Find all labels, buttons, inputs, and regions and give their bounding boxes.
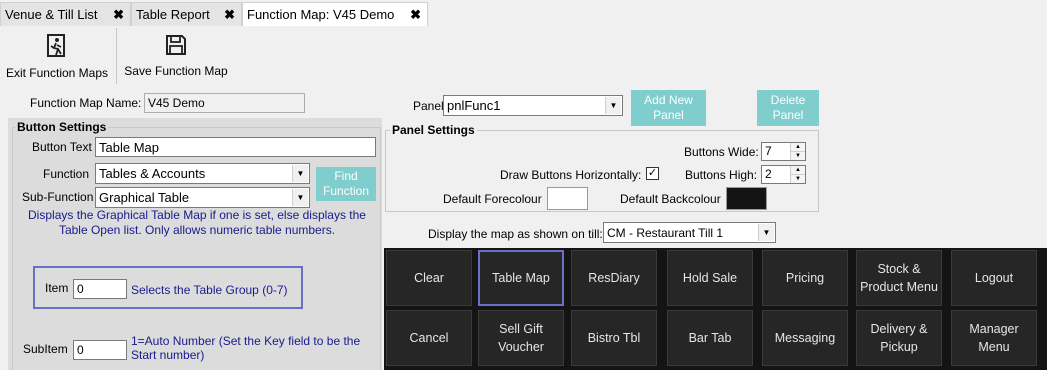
chevron-down-icon[interactable]: ▼ <box>292 165 308 182</box>
buttons-wide-stepper[interactable]: 7 ▲ ▼ <box>761 142 806 161</box>
item-label: Item <box>45 281 69 295</box>
function-button-logout[interactable]: Logout <box>951 250 1037 306</box>
button-text-input[interactable]: Table Map <box>95 137 376 157</box>
buttons-wide-value: 7 <box>765 144 772 158</box>
buttons-high-stepper[interactable]: 2 ▲ ▼ <box>761 165 806 184</box>
tab-bar: Venue & Till List ✖ Table Report ✖ Funct… <box>0 0 1047 26</box>
panel-label: Panel <box>413 99 444 113</box>
function-button-clear[interactable]: Clear <box>386 250 472 306</box>
stepper-down-icon[interactable]: ▼ <box>791 174 805 183</box>
function-button-bar-tab[interactable]: Bar Tab <box>667 310 753 366</box>
function-button-delivery-pickup[interactable]: Delivery & Pickup <box>856 310 942 366</box>
panel-value: pnlFunc1 <box>447 98 501 113</box>
function-select[interactable]: Tables & Accounts ▼ <box>95 163 310 184</box>
add-new-panel-button[interactable]: Add New Panel <box>631 90 706 126</box>
function-button-table-map[interactable]: Table Map <box>478 250 564 306</box>
default-forecolour-label: Default Forecolour <box>443 192 542 206</box>
function-map-name-field[interactable]: V45 Demo <box>144 93 305 113</box>
default-backcolour-label: Default Backcolour <box>620 192 721 206</box>
chevron-down-icon[interactable]: ▼ <box>292 189 308 206</box>
function-button-bistro-tbl[interactable]: Bistro Tbl <box>571 310 657 366</box>
subitem-input[interactable]: 0 <box>73 340 127 360</box>
forecolour-swatch[interactable] <box>547 187 588 210</box>
stepper-up-icon[interactable]: ▲ <box>791 166 805 174</box>
till-select[interactable]: CM - Restaurant Till 1 ▼ <box>603 222 776 243</box>
subfunction-select[interactable]: Graphical Table ▼ <box>95 187 310 208</box>
subitem-hint: 1=Auto Number (Set the Key field to be t… <box>131 334 361 362</box>
subfunction-value: Graphical Table <box>99 190 190 205</box>
delete-panel-button[interactable]: Delete Panel <box>757 90 819 126</box>
exit-door-icon <box>47 34 65 57</box>
function-button-stock-product-menu[interactable]: Stock & Product Menu <box>856 250 942 306</box>
draw-horizontal-label: Draw Buttons Horizontally: <box>500 168 642 182</box>
item-input[interactable]: 0 <box>73 279 127 299</box>
function-button-manager-menu[interactable]: Manager Menu <box>951 310 1037 366</box>
item-hint: Selects the Table Group (0-7) <box>131 283 288 297</box>
close-icon[interactable]: ✖ <box>224 7 235 23</box>
tab-venue-till-list[interactable]: Venue & Till List ✖ <box>0 2 131 26</box>
function-button-hold-sale[interactable]: Hold Sale <box>667 250 753 306</box>
function-map-name-label: Function Map Name: <box>30 96 142 110</box>
subfunction-label: Sub-Function <box>22 190 94 204</box>
display-till-label: Display the map as shown on till: <box>428 227 603 241</box>
function-button-messaging[interactable]: Messaging <box>762 310 848 366</box>
tab-table-report[interactable]: Table Report ✖ <box>131 2 242 26</box>
buttons-high-value: 2 <box>765 167 772 181</box>
button-text-label: Button Text <box>32 140 92 154</box>
toolbar-divider <box>116 28 117 84</box>
function-button-pricing[interactable]: Pricing <box>762 250 848 306</box>
function-value: Tables & Accounts <box>99 166 206 181</box>
save-function-map-button[interactable]: Save Function Map <box>122 30 230 88</box>
tab-label: Venue & Till List <box>5 7 98 22</box>
chevron-down-icon[interactable]: ▼ <box>605 97 621 114</box>
buttons-wide-label: Buttons Wide: <box>684 145 759 159</box>
tab-label: Table Report <box>136 7 210 22</box>
buttons-high-label: Buttons High: <box>685 168 758 182</box>
function-button-grid: Clear Table Map ResDiary Hold Sale Prici… <box>384 248 1047 370</box>
close-icon[interactable]: ✖ <box>410 7 421 23</box>
find-function-button[interactable]: Find Function <box>316 167 376 201</box>
close-icon[interactable]: ✖ <box>113 7 124 23</box>
tab-function-map[interactable]: Function Map: V45 Demo ✖ <box>242 2 428 26</box>
function-button-sell-gift-voucher[interactable]: Sell Gift Voucher <box>478 310 564 366</box>
panel-select[interactable]: pnlFunc1 ▼ <box>443 95 623 116</box>
function-button-cancel[interactable]: Cancel <box>386 310 472 366</box>
stepper-down-icon[interactable]: ▼ <box>791 151 805 160</box>
exit-function-maps-button[interactable]: Exit Function Maps <box>4 30 110 88</box>
button-settings-title: Button Settings <box>15 120 109 134</box>
floppy-disk-icon <box>166 35 186 55</box>
function-button-resdiary[interactable]: ResDiary <box>571 250 657 306</box>
panel-settings-title: Panel Settings <box>390 123 477 137</box>
stepper-up-icon[interactable]: ▲ <box>791 143 805 151</box>
draw-horizontal-checkbox[interactable]: ✓ <box>646 167 659 180</box>
chevron-down-icon[interactable]: ▼ <box>758 224 774 241</box>
subitem-label: SubItem <box>23 342 68 356</box>
till-value: CM - Restaurant Till 1 <box>607 225 724 240</box>
function-label: Function <box>43 167 90 181</box>
function-description: Displays the Graphical Table Map if one … <box>28 208 366 237</box>
save-label: Save Function Map <box>124 64 228 78</box>
backcolour-swatch[interactable] <box>726 187 767 210</box>
exit-label: Exit Function Maps <box>5 66 109 80</box>
tab-label: Function Map: V45 Demo <box>247 7 395 22</box>
